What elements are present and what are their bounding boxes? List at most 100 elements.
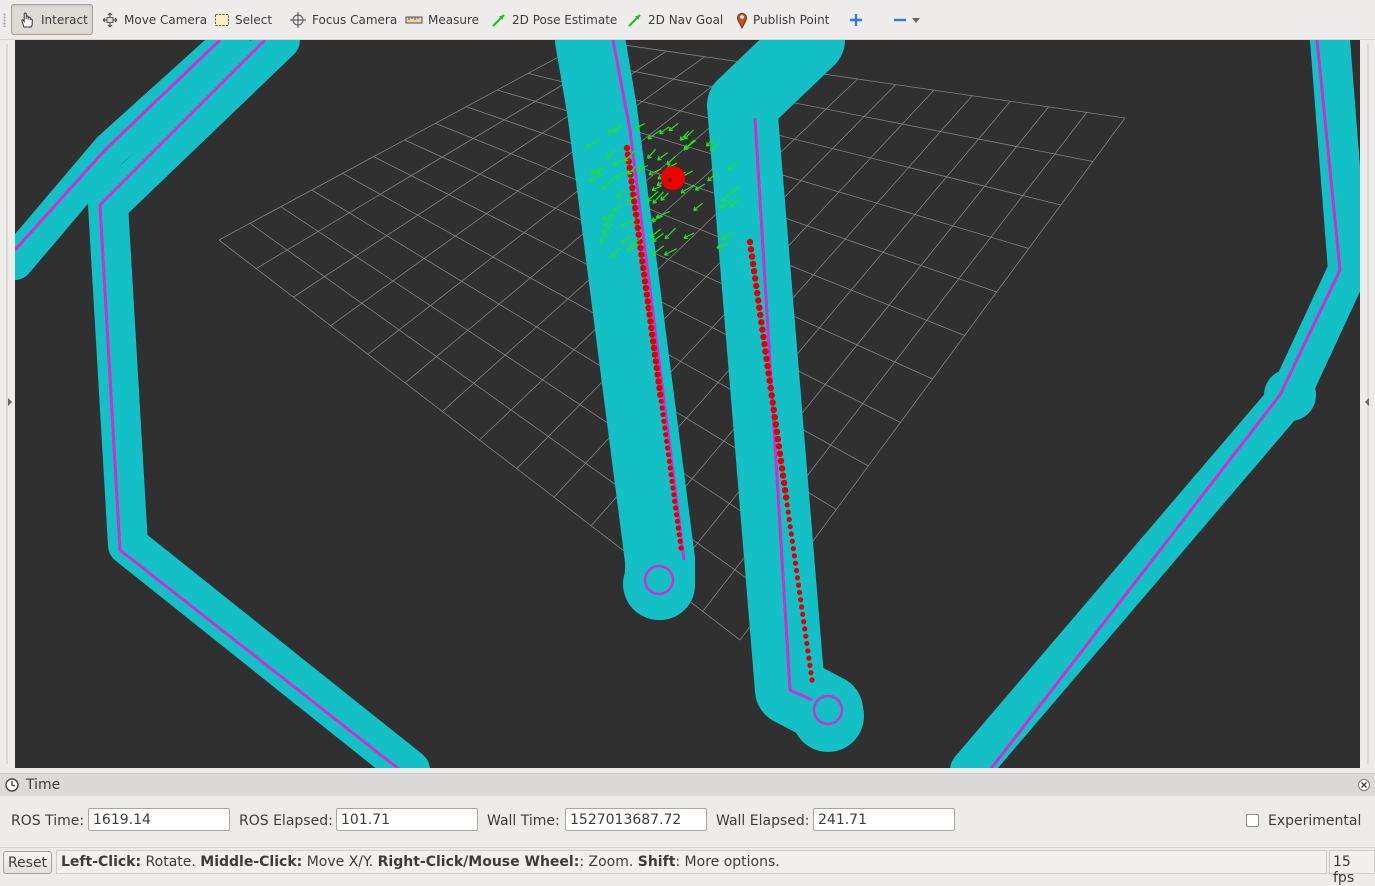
pose-estimate-tool-button[interactable]: 2D Pose Estimate: [484, 4, 617, 35]
plan-point: [765, 370, 772, 377]
plan-point: [791, 553, 798, 559]
plan-point: [808, 670, 814, 676]
interact-tool-button[interactable]: Interact: [11, 4, 93, 35]
plan-point: [778, 465, 786, 472]
plan-point: [798, 597, 804, 603]
expand-right-icon: [1365, 398, 1369, 406]
add-tool-button[interactable]: [842, 4, 868, 35]
plan-point: [763, 355, 770, 362]
robot-marker: [661, 166, 685, 190]
ros-elapsed-field[interactable]: [336, 808, 478, 831]
publish-point-tool-button[interactable]: Publish Point: [729, 4, 837, 35]
plan-point: [772, 421, 780, 428]
plan-point: [663, 432, 669, 438]
hint-shift: Shift: [637, 854, 676, 870]
ros-elapsed-label: ROS Elapsed:: [239, 813, 333, 829]
plan-point: [787, 524, 793, 530]
remove-tool-button[interactable]: [886, 4, 922, 35]
green-arrow-icon: [627, 12, 643, 28]
plan-point: [758, 319, 765, 326]
experimental-checkbox[interactable]: [1246, 814, 1259, 827]
plan-point: [785, 509, 791, 515]
nav-goal-label: 2D Nav Goal: [648, 12, 724, 27]
crosshair-icon: [289, 11, 307, 29]
left-dock-handle[interactable]: [0, 40, 15, 768]
plan-point: [773, 428, 781, 435]
plan-point: [775, 443, 783, 450]
hint-zoom: : Zoom.: [579, 854, 638, 870]
plan-point: [632, 211, 640, 218]
plan-point: [749, 260, 757, 268]
wall-time-field[interactable]: [565, 808, 707, 831]
ros-time-field[interactable]: [88, 808, 230, 831]
plan-point: [774, 435, 782, 443]
plan-point: [641, 278, 649, 285]
plan-point: [757, 311, 764, 319]
toolbar-grip[interactable]: [3, 13, 6, 27]
plan-point: [805, 648, 811, 654]
plus-icon: [849, 13, 863, 27]
plan-point: [755, 297, 762, 304]
wall-time-label: Wall Time:: [487, 813, 560, 829]
plan-point: [675, 525, 681, 531]
plan-point: [639, 258, 646, 265]
publish-point-label: Publish Point: [753, 12, 830, 27]
plan-point: [786, 516, 792, 523]
plan-point: [750, 268, 758, 275]
nav-goal-tool-button[interactable]: 2D Nav Goal: [620, 4, 724, 35]
plan-point: [764, 362, 771, 370]
close-panel-icon[interactable]: [1358, 779, 1370, 794]
plan-point: [667, 465, 673, 471]
hint-more: : More options.: [675, 854, 780, 870]
plan-point: [782, 494, 790, 501]
plan-point: [646, 311, 653, 318]
plan-point: [771, 414, 778, 421]
plan-point: [659, 405, 665, 411]
render-viewport[interactable]: [15, 40, 1360, 768]
plan-point: [779, 472, 787, 479]
plan-point: [799, 604, 805, 610]
focus-camera-tool-button[interactable]: Focus Camera: [282, 4, 397, 35]
plan-point: [656, 384, 663, 392]
measure-tool-button[interactable]: Measure: [398, 4, 479, 35]
plan-point: [637, 244, 644, 252]
wall-elapsed-field[interactable]: [813, 808, 955, 831]
plan-point: [669, 478, 675, 484]
plan-point: [767, 384, 774, 392]
plan-point: [640, 264, 647, 272]
plan-point: [661, 418, 667, 424]
plan-point: [776, 450, 784, 457]
reset-button[interactable]: Reset: [3, 851, 52, 874]
measure-label: Measure: [428, 12, 479, 27]
plan-point: [628, 178, 635, 185]
plan-point: [790, 546, 797, 552]
hint-left-click: Left-Click:: [61, 854, 142, 870]
plan-point: [801, 619, 807, 625]
plan-point: [674, 518, 681, 524]
plan-point: [768, 392, 775, 399]
chevron-down-icon: [912, 17, 920, 23]
move-camera-tool-button[interactable]: Move Camera: [94, 4, 207, 35]
plan-point: [651, 351, 659, 358]
plan-point: [754, 289, 761, 297]
plan-point: [676, 532, 682, 538]
plan-point: [631, 204, 639, 212]
plan-point: [666, 458, 672, 464]
plan-point: [769, 399, 776, 406]
plan-point: [670, 485, 676, 491]
robot-center: [668, 178, 672, 182]
plan-point: [652, 358, 659, 365]
plan-point: [777, 457, 785, 465]
plan-point: [672, 498, 678, 504]
plan-point: [633, 218, 641, 225]
plan-point: [647, 318, 654, 325]
move-camera-label: Move Camera: [124, 12, 208, 27]
wall-elapsed-label: Wall Elapsed:: [716, 813, 810, 829]
plan-point: [756, 304, 763, 311]
plan-point: [635, 231, 642, 238]
select-tool-button[interactable]: Select: [207, 4, 277, 35]
plan-point: [802, 626, 808, 632]
experimental-label: Experimental: [1268, 813, 1362, 829]
plan-point: [748, 253, 756, 260]
right-dock-handle[interactable]: [1360, 40, 1375, 768]
